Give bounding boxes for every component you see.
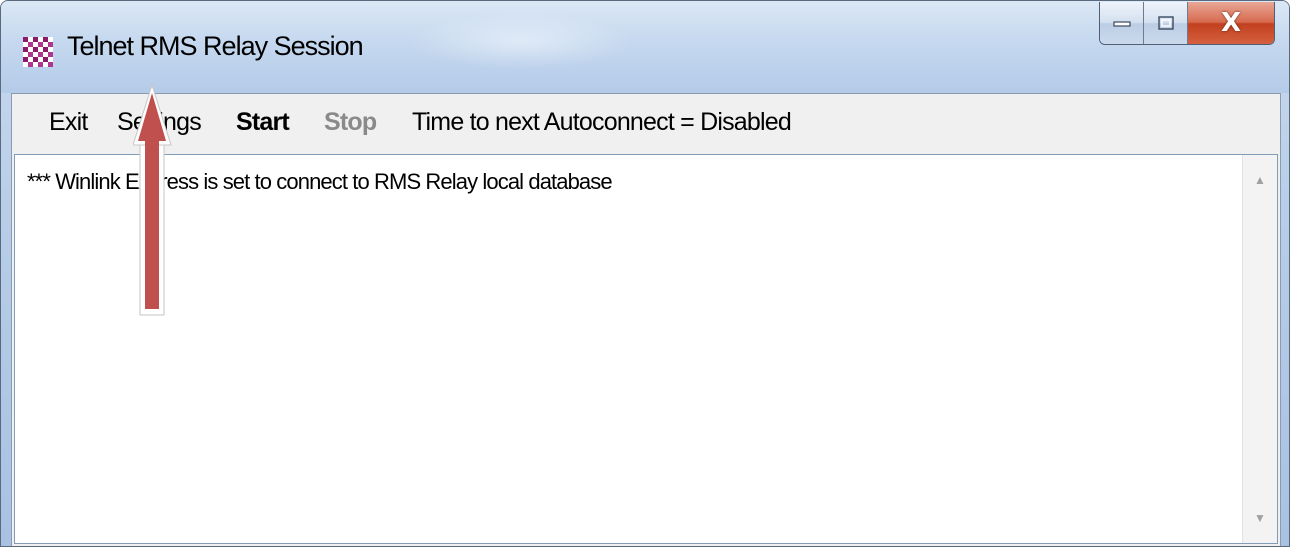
title-bar[interactable]: Telnet RMS Relay Session X (1, 1, 1289, 93)
triangle-up-icon: ▲ (1254, 173, 1266, 187)
close-button[interactable]: X (1188, 2, 1274, 44)
caption-buttons: X (1099, 2, 1275, 45)
red-up-arrow-icon (133, 83, 172, 316)
minimize-icon (1112, 21, 1131, 27)
window-title: Telnet RMS Relay Session (67, 31, 364, 61)
menu-stop[interactable]: Stop (324, 108, 377, 137)
menu-exit[interactable]: Exit (49, 108, 88, 137)
client-area: Exit Settings Start Stop Time to next Au… (11, 93, 1281, 546)
telnet-rms-relay-window: Telnet RMS Relay Session X Exit Settings (0, 0, 1290, 547)
close-icon: X (1220, 8, 1242, 38)
app-checker-icon (23, 37, 53, 67)
scroll-down-button[interactable]: ▼ (1243, 501, 1277, 535)
scroll-up-button[interactable]: ▲ (1243, 163, 1277, 197)
menu-start[interactable]: Start (236, 108, 290, 137)
menu-bar: Exit Settings Start Stop Time to next Au… (12, 94, 1280, 154)
vertical-scrollbar[interactable]: ▲ ▼ (1242, 155, 1277, 543)
minimize-button[interactable] (1100, 2, 1144, 44)
autoconnect-status: Time to next Autoconnect = Disabled (412, 108, 792, 136)
maximize-button[interactable] (1144, 2, 1188, 44)
maximize-icon (1157, 16, 1174, 30)
log-line: *** Winlink Express is set to connect to… (27, 169, 613, 194)
session-log[interactable]: *** Winlink Express is set to connect to… (14, 154, 1278, 544)
triangle-down-icon: ▼ (1254, 511, 1266, 525)
